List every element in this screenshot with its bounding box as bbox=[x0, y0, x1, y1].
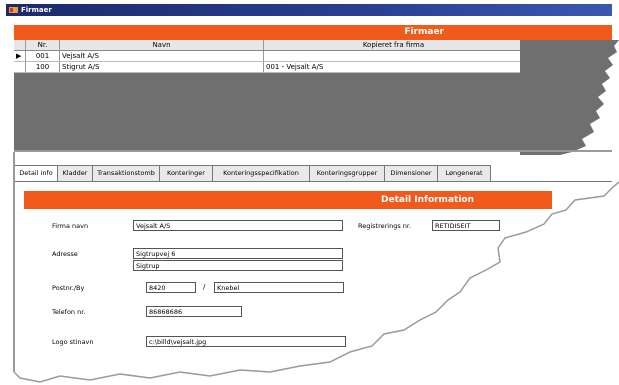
torn-paper-edge bbox=[10, 152, 619, 385]
